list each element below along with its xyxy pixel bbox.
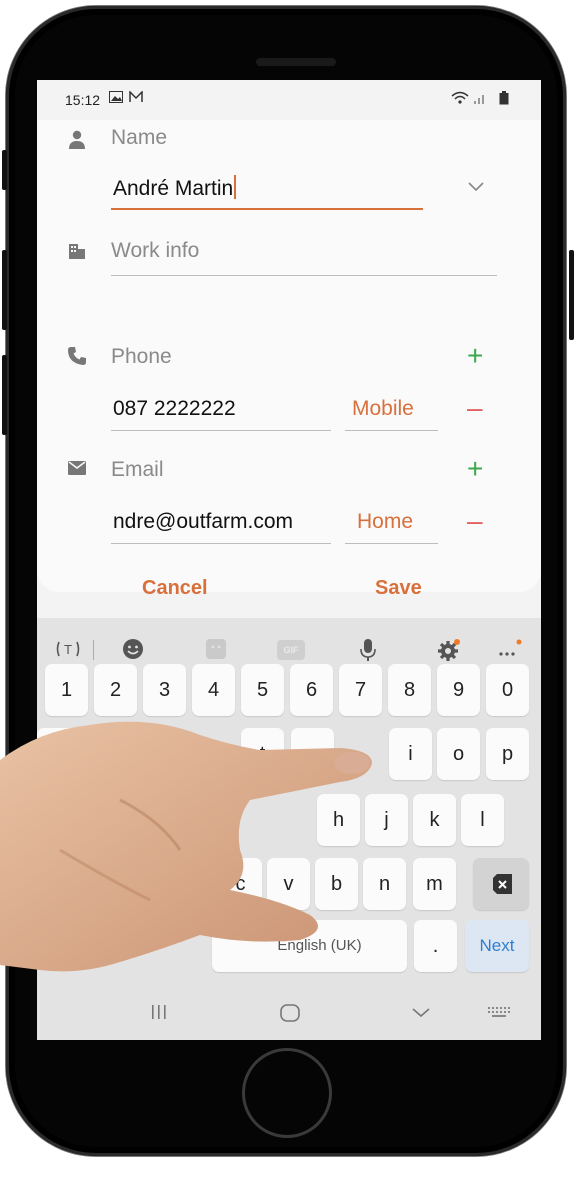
cancel-button[interactable]: Cancel: [142, 577, 208, 600]
speaker: [256, 58, 336, 66]
key-0[interactable]: 0: [486, 664, 529, 716]
volume-down-button: [2, 355, 7, 435]
key-n[interactable]: n: [363, 858, 406, 910]
key-1[interactable]: 1: [45, 664, 88, 716]
recents-icon[interactable]: [149, 1003, 169, 1026]
remove-email-button[interactable]: –: [467, 507, 483, 535]
email-type-select[interactable]: Home: [357, 510, 413, 534]
back-icon[interactable]: [411, 1003, 431, 1026]
period-key[interactable]: .: [414, 920, 457, 972]
key-i[interactable]: i: [389, 728, 432, 780]
space-label: English (UK): [277, 937, 362, 954]
add-email-button[interactable]: +: [467, 455, 483, 483]
phone-underline: [111, 430, 331, 431]
next-key[interactable]: Next: [465, 920, 529, 972]
wifi-icon: [451, 91, 469, 108]
image-icon: [109, 91, 123, 106]
work-info-field[interactable]: Work info: [111, 239, 199, 263]
power-button: [569, 250, 574, 340]
key-2[interactable]: 2: [94, 664, 137, 716]
key-k[interactable]: k: [413, 794, 456, 846]
signal-icon: [473, 91, 487, 108]
screen: 15:12 Name André Martin Work info Phone …: [37, 80, 541, 1040]
emoji-icon[interactable]: [122, 638, 144, 666]
person-icon: [67, 130, 87, 155]
phone-label: Phone: [111, 345, 172, 368]
email-type-underline: [345, 543, 438, 544]
key-m[interactable]: m: [413, 858, 456, 910]
status-time: 15:12: [65, 92, 101, 108]
navigation-bar: [37, 985, 541, 1040]
toolbar-divider: [93, 640, 94, 660]
key-b[interactable]: b: [315, 858, 358, 910]
key-l[interactable]: l: [461, 794, 504, 846]
key-3[interactable]: 3: [143, 664, 186, 716]
chevron-down-icon[interactable]: [467, 180, 485, 198]
key-h[interactable]: h: [317, 794, 360, 846]
contact-form: Name André Martin Work info Phone + 087 …: [37, 120, 541, 592]
key-9[interactable]: 9: [437, 664, 480, 716]
volume-up-button: [2, 250, 7, 330]
keyboard-icon[interactable]: [487, 1003, 511, 1026]
save-button[interactable]: Save: [375, 577, 422, 600]
translate-icon[interactable]: T: [55, 638, 81, 666]
work-info-underline: [111, 275, 497, 276]
space-key[interactable]: English (UK): [212, 920, 407, 972]
phone-icon: [67, 346, 87, 371]
name-input[interactable]: André Martin: [113, 175, 237, 201]
svg-text:T: T: [63, 643, 72, 657]
add-phone-button[interactable]: +: [467, 342, 483, 370]
key-o[interactable]: o: [437, 728, 480, 780]
key-c[interactable]: c: [219, 858, 262, 910]
key-5[interactable]: 5: [241, 664, 284, 716]
key-8[interactable]: 8: [388, 664, 431, 716]
phone-type-underline: [345, 430, 438, 431]
backspace-key[interactable]: [473, 858, 529, 910]
email-icon: [67, 460, 87, 481]
name-underline: [111, 208, 423, 210]
keyboard: T GIF English (UK) . Next 1 2 3 4 5 6 7 …: [37, 618, 541, 1040]
email-input[interactable]: ndre@outfarm.com: [113, 510, 331, 534]
key-v[interactable]: v: [267, 858, 310, 910]
key-j[interactable]: j: [365, 794, 408, 846]
key-hidden[interactable]: [37, 728, 85, 778]
phone-input[interactable]: 087 2222222: [113, 397, 328, 421]
phone-type-select[interactable]: Mobile: [352, 397, 414, 421]
sticker-icon[interactable]: [205, 638, 227, 666]
email-underline: [111, 543, 331, 544]
key-6[interactable]: 6: [290, 664, 333, 716]
key-p[interactable]: p: [486, 728, 529, 780]
key-7[interactable]: 7: [339, 664, 382, 716]
text-caret: [234, 175, 237, 199]
mute-switch: [2, 150, 7, 190]
remove-phone-button[interactable]: –: [467, 394, 483, 422]
key-y[interactable]: y: [291, 728, 334, 780]
key-4[interactable]: 4: [192, 664, 235, 716]
building-icon: [67, 242, 87, 265]
gif-icon[interactable]: GIF: [277, 640, 305, 660]
email-label: Email: [111, 458, 164, 481]
key-t[interactable]: t: [241, 728, 284, 780]
name-label: Name: [111, 126, 168, 149]
battery-icon: [499, 91, 509, 108]
mail-icon: [129, 90, 143, 106]
home-icon[interactable]: [279, 1003, 301, 1028]
status-bar: 15:12: [37, 80, 541, 120]
home-button[interactable]: [242, 1048, 332, 1138]
action-bar: Cancel Save: [37, 565, 541, 615]
